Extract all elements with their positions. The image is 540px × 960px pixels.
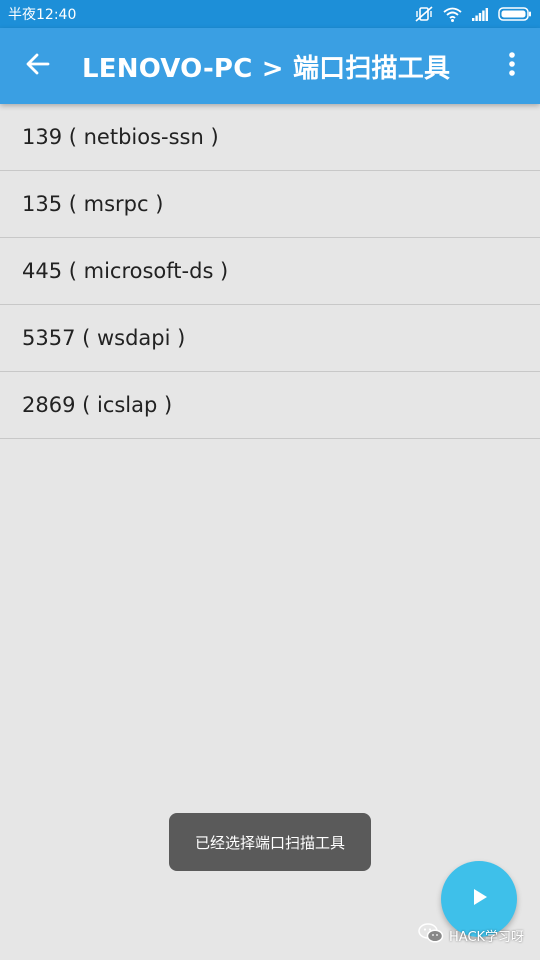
watermark-text: HACK学习呀 <box>449 929 525 945</box>
signal-icon <box>472 7 488 21</box>
back-button[interactable] <box>0 28 76 104</box>
overflow-menu-button[interactable] <box>484 28 540 104</box>
list-item[interactable]: 2869 ( icslap ) <box>0 372 540 439</box>
toast-message: 已经选择端口扫描工具 <box>169 813 371 871</box>
status-icons <box>415 6 532 22</box>
list-item[interactable]: 445 ( microsoft-ds ) <box>0 238 540 305</box>
play-icon <box>469 887 489 911</box>
more-vert-icon <box>508 51 516 81</box>
list-item[interactable]: 139 ( netbios-ssn ) <box>0 104 540 171</box>
page-title: LENOVO-PC > 端口扫描工具 <box>82 53 451 84</box>
list-item[interactable]: 5357 ( wsdapi ) <box>0 305 540 372</box>
status-bar: 半夜12:40 <box>0 0 540 28</box>
status-time: 半夜12:40 <box>8 7 77 23</box>
port-label: 139 ( netbios-ssn ) <box>22 125 219 149</box>
port-label: 135 ( msrpc ) <box>22 192 164 216</box>
arrow-left-icon <box>25 51 51 81</box>
port-label: 2869 ( icslap ) <box>22 393 173 417</box>
port-list: 139 ( netbios-ssn ) 135 ( msrpc ) 445 ( … <box>0 104 540 439</box>
port-label: 445 ( microsoft-ds ) <box>22 259 229 283</box>
wifi-icon <box>443 7 462 22</box>
app-bar: LENOVO-PC > 端口扫描工具 <box>0 28 540 104</box>
watermark: HACK学习呀 <box>418 923 525 947</box>
port-label: 5357 ( wsdapi ) <box>22 326 186 350</box>
list-item[interactable]: 135 ( msrpc ) <box>0 171 540 238</box>
vibrate-off-icon <box>415 6 433 22</box>
battery-icon <box>498 7 532 21</box>
wechat-icon <box>418 923 444 947</box>
